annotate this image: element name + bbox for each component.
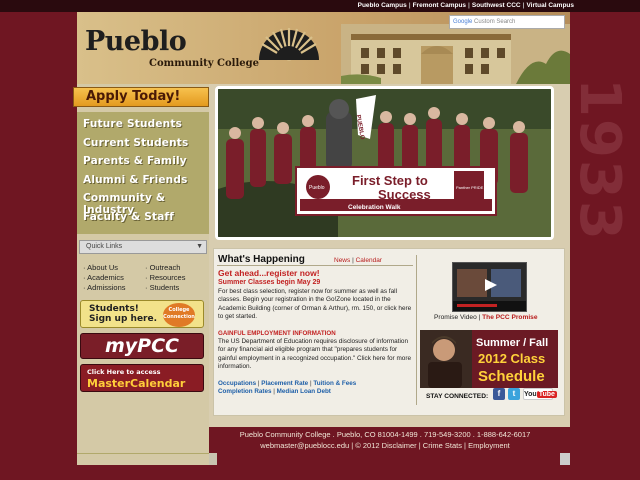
footer-links[interactable]: webmaster@pueblocc.edu | © 2012 Disclaim… bbox=[200, 441, 570, 452]
schedule-line2: 2012 Class bbox=[478, 351, 545, 366]
campus-building-image bbox=[341, 24, 570, 84]
frame-bottom-edge bbox=[209, 453, 217, 465]
promise-video-thumbnail[interactable] bbox=[452, 262, 527, 312]
apply-today-button[interactable]: Apply Today! bbox=[73, 87, 209, 107]
nav-faculty-staff[interactable]: Faculty & Staff bbox=[83, 211, 209, 230]
college-connection-badge: College Connection bbox=[163, 303, 195, 327]
twitter-icon[interactable]: t bbox=[508, 388, 520, 400]
footer-address: Pueblo Community College . Pueblo, CO 81… bbox=[239, 430, 531, 439]
hero-banner-left-logo: Pueblo bbox=[309, 185, 325, 191]
disclosure-links-row2: Completion Rates | Median Loan Debt bbox=[218, 388, 331, 395]
promise-video-link[interactable]: Promise Video bbox=[434, 314, 477, 321]
mypcc-banner[interactable]: myPCC bbox=[80, 333, 204, 359]
whats-happening-title: What's Happening bbox=[218, 254, 305, 265]
hero-banner-right-logo: Panther PRIDE bbox=[456, 185, 484, 190]
youtube-icon[interactable]: You Tube bbox=[523, 388, 557, 400]
hero-banner-line1: First Step to bbox=[352, 173, 428, 188]
video-caption: Promise Video | The PCC Promise bbox=[434, 314, 538, 321]
section-divider bbox=[217, 265, 413, 266]
schedule-line1: Summer / Fall bbox=[476, 337, 548, 349]
nav-parents-family[interactable]: Parents & Family bbox=[83, 155, 209, 174]
hero-banner-subtitle: Celebration Walk bbox=[348, 204, 401, 211]
nav-community-industry[interactable]: Community & Industry bbox=[83, 192, 209, 216]
celebration-walk-photo: PUEBLO First Step to Success Celebration… bbox=[218, 89, 551, 237]
nav-current-students[interactable]: Current Students bbox=[83, 137, 209, 156]
stay-connected-label: STAY CONNECTED: bbox=[426, 393, 489, 400]
quick-links-select[interactable]: Quick Links ▼ bbox=[79, 240, 207, 254]
quick-link-academics[interactable]: · Academics bbox=[83, 273, 145, 282]
median-loan-debt-link[interactable]: Median Loan Debt bbox=[277, 388, 331, 395]
news-body-gainful-employment: The US Department of Education requires … bbox=[218, 338, 412, 371]
calendar-link[interactable]: Calendar bbox=[356, 257, 382, 264]
master-calendar-title: MasterCalendar bbox=[87, 377, 186, 390]
quick-links-label: Quick Links bbox=[86, 243, 123, 250]
class-schedule-banner[interactable]: Summer / Fall 2012 Class Schedule bbox=[420, 330, 558, 388]
quick-link-admissions[interactable]: · Admissions bbox=[83, 283, 145, 292]
facebook-icon[interactable]: f bbox=[493, 388, 505, 400]
right-frame-bottom bbox=[560, 453, 570, 465]
campus-link-virtual[interactable]: Virtual Campus bbox=[526, 2, 574, 9]
placement-rate-link[interactable]: Placement Rate bbox=[261, 380, 308, 387]
news-headline[interactable]: Get ahead...register now! bbox=[218, 268, 320, 278]
hero-banner-line2: Success bbox=[378, 187, 431, 202]
news-link[interactable]: News bbox=[334, 257, 350, 264]
campus-link-fremont[interactable]: Fremont Campus bbox=[413, 2, 466, 9]
left-sidebar-bottom bbox=[77, 453, 209, 465]
hero-photo[interactable]: PUEBLO First Step to Success Celebration… bbox=[215, 86, 554, 240]
disclosure-links-row1: Occupations | Placement Rate | Tuition &… bbox=[218, 380, 357, 387]
quick-link-students[interactable]: · Students bbox=[145, 283, 207, 292]
founding-year-watermark: 1933 bbox=[567, 78, 632, 242]
whats-happening-links: News | Calendar bbox=[334, 257, 382, 264]
college-logo-subtitle: Community College bbox=[149, 58, 259, 69]
news-body-registration: For best class selection, register now f… bbox=[218, 288, 412, 321]
google-custom-search-input[interactable]: Google Custom Search bbox=[449, 15, 565, 29]
schedule-line3: Schedule bbox=[478, 368, 545, 385]
campus-link-southwest[interactable]: Southwest CCC bbox=[472, 2, 521, 9]
nav-alumni-friends[interactable]: Alumni & Friends bbox=[83, 174, 209, 193]
chevron-down-icon: ▼ bbox=[196, 243, 203, 250]
sun-logo-icon bbox=[259, 28, 319, 61]
news-subheadline: Summer Classes begin May 29 bbox=[218, 279, 321, 286]
quick-links-list: · About Us · Outreach · Academics · Reso… bbox=[83, 263, 207, 292]
nav-future-students[interactable]: Future Students bbox=[83, 118, 209, 137]
quick-link-about-us[interactable]: · About Us bbox=[83, 263, 145, 272]
campus-link-pueblo[interactable]: Pueblo Campus bbox=[358, 2, 407, 9]
students-signup-banner[interactable]: Students! Sign up here. College Connecti… bbox=[80, 300, 204, 328]
master-calendar-banner[interactable]: Click Here to access MasterCalendar bbox=[80, 364, 204, 392]
search-placeholder: Custom Search bbox=[474, 19, 516, 25]
gainful-employment-heading[interactable]: GAINFUL EMPLOYMENT INFORMATION bbox=[218, 330, 336, 337]
occupations-link[interactable]: Occupations bbox=[218, 380, 256, 387]
tuition-fees-link[interactable]: Tuition & Fees bbox=[313, 380, 356, 387]
quick-link-resources[interactable]: · Resources bbox=[145, 273, 207, 282]
site-footer: Pueblo Community College . Pueblo, CO 81… bbox=[200, 430, 570, 451]
pcc-promise-link[interactable]: The PCC Promise bbox=[482, 314, 537, 321]
campus-links-bar: Pueblo Campus | Fremont Campus | Southwest C… bbox=[0, 0, 640, 12]
search-brand-label: Google bbox=[453, 19, 473, 25]
audience-nav: Future Students Current Students Parents… bbox=[77, 112, 209, 234]
quick-link-outreach[interactable]: · Outreach bbox=[145, 263, 207, 272]
class-schedule-image: Summer / Fall 2012 Class Schedule bbox=[420, 330, 558, 388]
college-logo-wordmark[interactable]: Pueblo bbox=[85, 26, 187, 57]
completion-rates-link[interactable]: Completion Rates bbox=[218, 388, 272, 395]
video-frame-image bbox=[453, 263, 526, 311]
